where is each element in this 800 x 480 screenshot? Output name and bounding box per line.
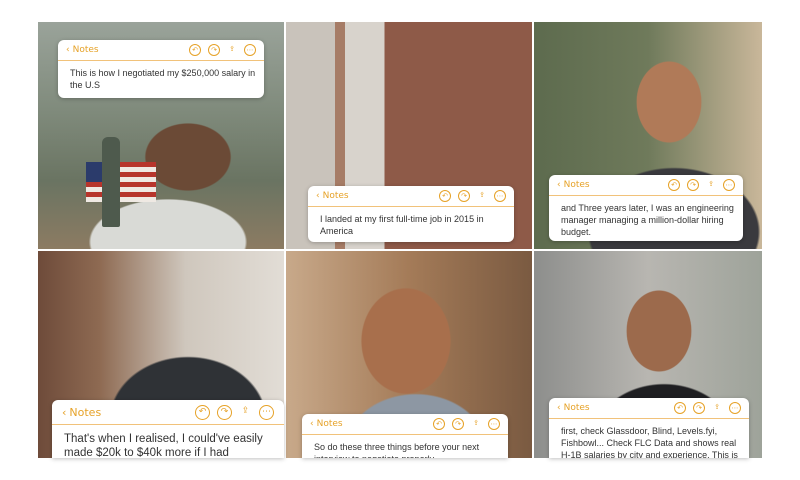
notes-back-label: Notes — [69, 405, 102, 419]
redo-icon[interactable]: ↷ — [687, 179, 699, 191]
chevron-left-icon: ‹ — [66, 45, 70, 55]
more-icon[interactable]: ⋯ — [723, 179, 735, 191]
note-text: and Three years later, I was an engineer… — [561, 203, 734, 237]
undo-icon[interactable]: ↶ — [439, 190, 451, 202]
note-text: That's when I realised, I could've easil… — [64, 433, 263, 458]
notes-back-button[interactable]: ‹ Notes — [66, 45, 99, 55]
notes-toolbar: ‹ Notes ↶ ↷ ⇪ ⋯ — [302, 414, 508, 435]
notes-toolbar: ‹ Notes ↶ ↷ ⇪ ⋯ — [52, 400, 284, 425]
notes-back-label: Notes — [72, 45, 99, 55]
undo-icon[interactable]: ↶ — [195, 404, 210, 420]
notes-back-button[interactable]: ‹ Notes — [316, 191, 349, 201]
undo-icon[interactable]: ↶ — [433, 418, 445, 430]
notes-card-1: ‹ Notes ↶ ↷ ⇪ ⋯ This is how I negotiated… — [58, 40, 264, 98]
redo-icon[interactable]: ↷ — [208, 44, 220, 56]
share-icon[interactable]: ⇪ — [239, 405, 252, 418]
notes-back-button[interactable]: ‹ Notes — [310, 419, 343, 429]
note-text: This is how I negotiated my $250,000 sal… — [70, 68, 256, 90]
undo-icon[interactable]: ↶ — [189, 44, 201, 56]
notes-toolbar: ‹ Notes ↶ ↷ ⇪ ⋯ — [549, 398, 749, 419]
note-text: So do these three things before your nex… — [314, 442, 480, 458]
notes-card-4: ‹ Notes ↶ ↷ ⇪ ⋯ That's when I realised, … — [52, 400, 284, 458]
redo-icon[interactable]: ↷ — [693, 402, 705, 414]
share-icon[interactable]: ⇪ — [471, 418, 481, 428]
share-icon[interactable]: ⇪ — [227, 44, 237, 54]
share-icon[interactable]: ⇪ — [706, 179, 716, 189]
statue-of-liberty-image — [102, 137, 120, 227]
chevron-left-icon: ‹ — [310, 419, 314, 429]
notes-toolbar: ‹ Notes ↶ ↷ ⇪ ⋯ — [58, 40, 264, 61]
note-text: I landed at my first full-time job in 20… — [320, 214, 484, 236]
redo-icon[interactable]: ↷ — [458, 190, 470, 202]
undo-icon[interactable]: ↶ — [668, 179, 680, 191]
redo-icon[interactable]: ↷ — [217, 404, 232, 420]
share-icon[interactable]: ⇪ — [477, 190, 487, 200]
more-icon[interactable]: ⋯ — [729, 402, 741, 414]
notes-card-6: ‹ Notes ↶ ↷ ⇪ ⋯ first, check Glassdoor, … — [549, 398, 749, 458]
more-icon[interactable]: ⋯ — [244, 44, 256, 56]
notes-back-button[interactable]: ‹ Notes — [557, 180, 590, 190]
notes-card-5: ‹ Notes ↶ ↷ ⇪ ⋯ So do these three things… — [302, 414, 508, 458]
notes-toolbar: ‹ Notes ↶ ↷ ⇪ ⋯ — [549, 175, 743, 196]
notes-card-3: ‹ Notes ↶ ↷ ⇪ ⋯ and Three years later, I… — [549, 175, 743, 241]
chevron-left-icon: ‹ — [557, 403, 561, 413]
notes-back-label: Notes — [316, 419, 343, 429]
notes-back-label: Notes — [563, 403, 590, 413]
notes-back-button[interactable]: ‹ Notes — [557, 403, 590, 413]
chevron-left-icon: ‹ — [316, 191, 320, 201]
share-icon[interactable]: ⇪ — [712, 402, 722, 412]
notes-back-button[interactable]: ‹ Notes — [62, 406, 101, 419]
more-icon[interactable]: ⋯ — [488, 418, 500, 430]
notes-back-label: Notes — [563, 180, 590, 190]
notes-card-2: ‹ Notes ↶ ↷ ⇪ ⋯ I landed at my first ful… — [308, 186, 514, 242]
undo-icon[interactable]: ↶ — [674, 402, 686, 414]
note-text: first, check Glassdoor, Blind, Levels.fy… — [561, 426, 738, 458]
more-icon[interactable]: ⋯ — [494, 190, 506, 202]
notes-back-label: Notes — [322, 191, 349, 201]
notes-toolbar: ‹ Notes ↶ ↷ ⇪ ⋯ — [308, 186, 514, 207]
redo-icon[interactable]: ↷ — [452, 418, 464, 430]
american-flag-image — [86, 162, 156, 202]
chevron-left-icon: ‹ — [557, 180, 561, 190]
chevron-left-icon: ‹ — [62, 405, 67, 419]
more-icon[interactable]: ⋯ — [259, 404, 274, 420]
